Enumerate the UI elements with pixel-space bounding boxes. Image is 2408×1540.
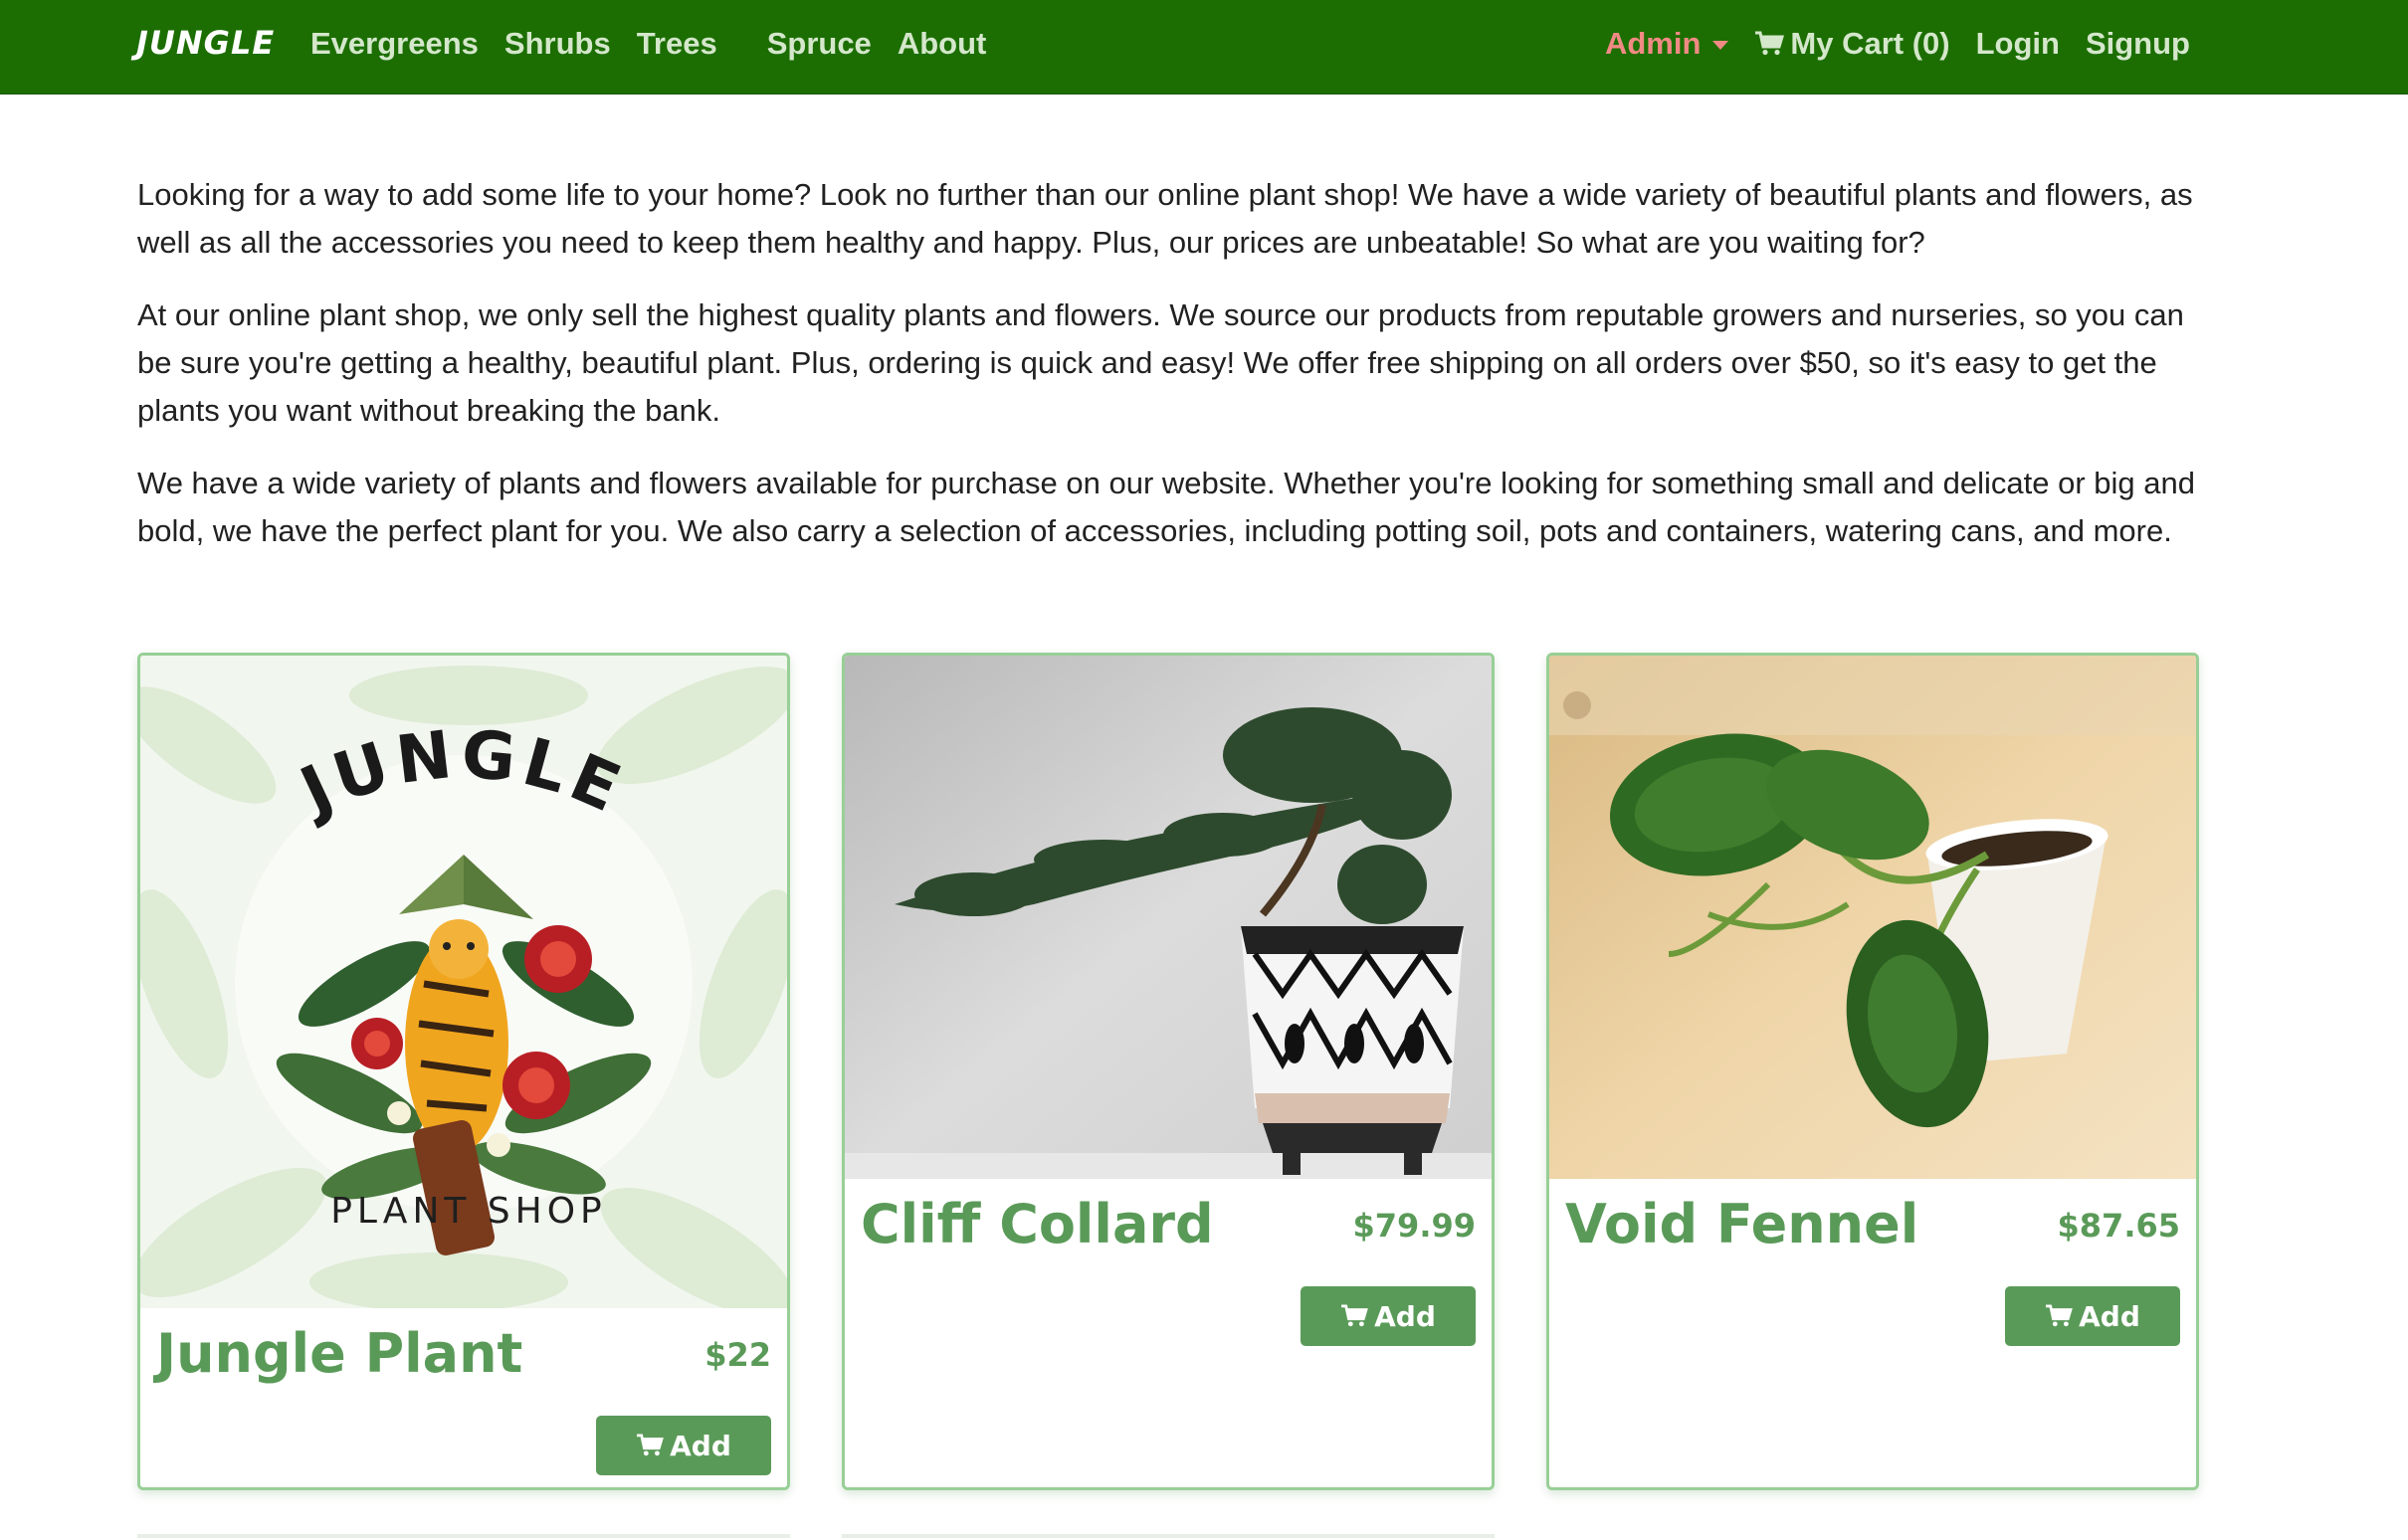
caret-down-icon [1712,40,1729,50]
next-card-edge [842,1534,1495,1538]
admin-dropdown[interactable]: Admin [1604,26,1729,62]
my-cart-link[interactable]: My Cart (0) [1754,26,1950,62]
product-price: $22 [704,1336,771,1374]
product-card-void-fennel[interactable]: Void Fennel $87.65 Add [1546,653,2199,1490]
product-image[interactable]: JUNGLE PLANT SHOP [140,656,787,1308]
product-name[interactable]: Void Fennel [1565,1193,1918,1255]
brand-logo[interactable]: JUNGLE [136,24,275,62]
product-price: $79.99 [1352,1207,1476,1245]
intro-paragraph-1: Looking for a way to add some life to yo… [137,177,2193,260]
add-to-cart-button[interactable]: Add [1301,1286,1476,1346]
add-to-cart-button[interactable]: Add [596,1416,771,1475]
add-button-label: Add [2079,1299,2140,1333]
logo-plant-shop-text: PLANT SHOP [330,1191,607,1232]
product-price: $87.65 [2057,1207,2180,1245]
top-navbar: JUNGLE Evergreens Shrubs Trees Spruce Ab… [0,0,2408,95]
intro-section: Looking for a way to add some life to yo… [137,171,2217,580]
product-card-cliff-collard[interactable]: Cliff Collard $79.99 Add [842,653,1495,1490]
intro-paragraph-3: We have a wide variety of plants and flo… [137,466,2195,548]
nav-right: Admin My Cart (0) Login Signup [1605,26,2190,62]
nav-link-trees[interactable]: Trees [637,26,717,62]
nav-link-evergreens[interactable]: Evergreens [310,26,479,62]
cart-icon [2045,1304,2073,1328]
intro-paragraph-2: At our online plant shop, we only sell t… [137,297,2184,428]
product-image[interactable] [845,656,1492,1179]
product-card-jungle-plant[interactable]: JUNGLE PLANT SHOP Jungle Plant $22 Add [137,653,790,1490]
cart-icon [1340,1304,1368,1328]
login-link[interactable]: Login [1976,26,2060,62]
signup-link[interactable]: Signup [2086,26,2190,62]
nav-links: Evergreens Shrubs Trees Spruce About [310,26,1012,62]
add-button-label: Add [1374,1299,1436,1333]
cart-icon [636,1434,664,1457]
cart-label: My Cart (0) [1790,26,1950,61]
nav-link-about[interactable]: About [898,26,987,62]
add-to-cart-button[interactable]: Add [2005,1286,2180,1346]
nav-link-spruce[interactable]: Spruce [767,26,872,62]
product-image[interactable] [1549,656,2196,1179]
nav-link-shrubs[interactable]: Shrubs [504,26,611,62]
add-button-label: Add [670,1429,731,1462]
product-name[interactable]: Jungle Plant [156,1322,522,1385]
next-card-edge [137,1534,790,1538]
product-name[interactable]: Cliff Collard [861,1193,1214,1255]
cart-icon [1754,31,1785,57]
admin-label: Admin [1604,26,1702,61]
